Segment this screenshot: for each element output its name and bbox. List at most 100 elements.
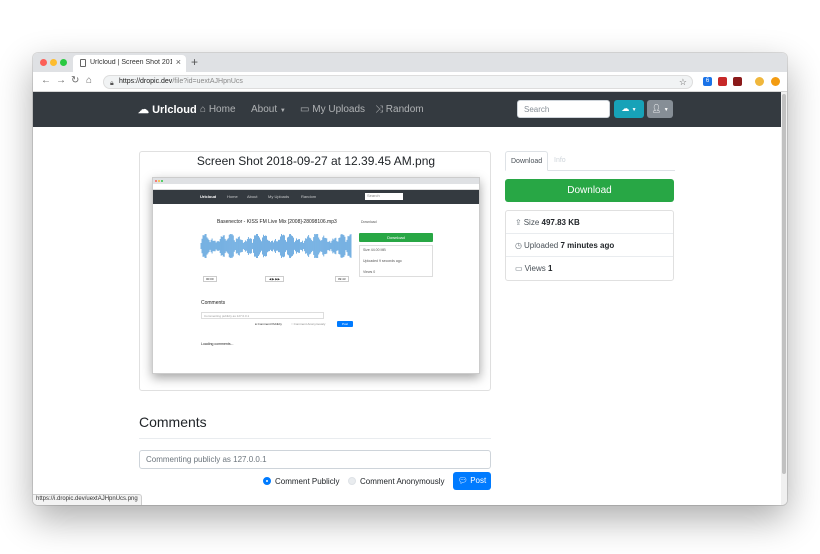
home-icon[interactable]: ⌂ xyxy=(86,75,92,87)
preview-size: Size 44.00 MB xyxy=(363,248,386,252)
close-tab-icon[interactable]: × xyxy=(176,57,181,67)
bookmark-star-icon[interactable]: ☆ xyxy=(679,76,687,88)
tab-info[interactable]: Info xyxy=(554,151,566,171)
nav-about-dropdown[interactable]: About ▼ xyxy=(251,104,286,115)
nav-uploads-label: My Uploads xyxy=(312,104,366,115)
back-arrow-icon[interactable]: ← xyxy=(41,75,51,87)
page-scrollbar[interactable] xyxy=(781,92,787,505)
preview-radio-public: ● Comment Publicly xyxy=(255,322,282,326)
preview-loading-text: Loading comments... xyxy=(201,342,234,346)
reload-icon[interactable]: ↻ xyxy=(71,75,79,87)
sidebar-tabs: Download Info xyxy=(505,151,675,171)
user-dropdown-button[interactable]: 👤︎ ▼ xyxy=(647,100,673,118)
new-tab-button[interactable]: + xyxy=(191,55,198,69)
minimize-window-button[interactable] xyxy=(50,59,57,66)
link-status-bar: https://i.dropic.dev/uextAJHpnUcs.png xyxy=(33,494,142,505)
forward-arrow-icon[interactable]: → xyxy=(56,75,66,87)
preview-tab-download: Download xyxy=(361,220,377,224)
comments-heading: Comments xyxy=(139,414,207,430)
preview-search: Search xyxy=(365,193,403,200)
preview-minimize-dot xyxy=(158,180,160,182)
cloud-icon: ☁ xyxy=(138,104,149,116)
file-title: Screen Shot 2018-09-27 at 12.39.45 AM.pn… xyxy=(196,154,436,168)
uploaded-value: 7 minutes ago xyxy=(560,241,615,250)
radio-comment-anonymously[interactable]: Comment Anonymously xyxy=(348,477,444,487)
site-navbar: ☁ Urlcloud ⌂ Home About ▼ ▭ My Uploads ⤨… xyxy=(33,92,781,127)
home-nav-icon: ⌂ xyxy=(200,104,207,115)
url-scheme: https:// xyxy=(119,78,141,85)
preview-views: Views 0 xyxy=(363,270,376,274)
nav-my-uploads[interactable]: ▭ My Uploads xyxy=(300,104,365,115)
radio-comment-publicly[interactable]: Comment Publicly xyxy=(263,477,339,487)
views-value: 1 xyxy=(548,264,553,273)
radio-checked-icon xyxy=(263,477,271,485)
radio-unchecked-icon xyxy=(348,477,356,485)
upload-dropdown-button[interactable]: ☁ ▼ xyxy=(614,100,644,118)
tab-download[interactable]: Download xyxy=(505,151,549,171)
download-button[interactable]: Download xyxy=(505,179,674,202)
drive-icon: ▭ xyxy=(300,104,310,115)
shuffle-icon: ⤨ xyxy=(375,104,383,115)
info-uploaded: ◷ Uploaded 7 minutes ago xyxy=(506,234,673,257)
brand-label: Urlcloud xyxy=(152,104,197,116)
search-input[interactable]: Search xyxy=(517,100,610,118)
radio-anon-label: Comment Anonymously xyxy=(360,477,445,486)
preview-navbar: Urlcloud Home About My Uploads Random Se… xyxy=(153,190,479,204)
preview-close-dot xyxy=(155,180,157,182)
nav-home[interactable]: ⌂ Home xyxy=(200,104,236,115)
caret-down-icon: ▼ xyxy=(663,107,669,113)
views-label: Views xyxy=(524,264,546,273)
extension-badge-icon[interactable]: 6 xyxy=(703,77,712,86)
comments-divider xyxy=(139,438,491,439)
size-label: Size xyxy=(523,218,540,227)
scrollbar-thumb[interactable] xyxy=(782,94,786,474)
address-bar[interactable]: 🔒︎ https://dropic.dev/file?id=uextAJHpnU… xyxy=(103,75,693,89)
nav-random-label: Random xyxy=(385,104,424,115)
info-views: ▭ Views 1 xyxy=(506,257,673,280)
post-label: Post xyxy=(470,476,487,485)
caret-down-icon: ▼ xyxy=(631,107,637,113)
preview-radio-anon-label: Comment Anonymously xyxy=(293,322,326,326)
preview-waveform xyxy=(200,234,352,258)
preview-image[interactable]: Urlcloud Home About My Uploads Random Se… xyxy=(152,177,480,374)
preview-comments-heading: Comments xyxy=(201,300,226,306)
profile-extension-icon[interactable] xyxy=(771,77,780,86)
browser-tab-active[interactable]: Urlcloud | Screen Shot 2018-0 × xyxy=(73,55,186,72)
address-url: https://dropic.dev/file?id=uextAJHpnUcs xyxy=(119,76,243,88)
preview-nav-uploads: My Uploads xyxy=(268,194,290,199)
brand-link[interactable]: ☁ Urlcloud xyxy=(138,103,197,116)
nav-about-label: About xyxy=(251,104,278,115)
adblock-extension-icon[interactable] xyxy=(733,77,742,86)
emoji-extension-icon[interactable] xyxy=(755,77,764,86)
preview-maximize-dot xyxy=(161,180,163,182)
speech-bubble-icon: 💬︎ xyxy=(457,476,468,485)
preview-comment-input: Commenting publicly as 127.0.0.1 xyxy=(201,312,324,319)
size-value: 497.83 KB xyxy=(541,218,580,227)
browser-window: Urlcloud | Screen Shot 2018-0 × + ← → ↻ … xyxy=(33,53,787,505)
nav-random[interactable]: ⤨ Random xyxy=(375,104,424,115)
caret-down-icon: ▼ xyxy=(279,108,286,114)
preview-player-controls: ◀ ▶ ▶▶ xyxy=(265,276,284,282)
preview-radio-public-label: Comment Publicly xyxy=(257,322,282,326)
monitor-icon: ▭ xyxy=(515,264,523,273)
post-button[interactable]: 💬︎ Post xyxy=(453,472,491,490)
maximize-window-button[interactable] xyxy=(60,59,67,66)
browser-tab-bar: Urlcloud | Screen Shot 2018-0 × + xyxy=(33,53,787,72)
preview-uploaded: Uploaded 9 seconds ago xyxy=(363,259,402,263)
preview-info-list: Size 44.00 MB Uploaded 9 seconds ago Vie… xyxy=(359,245,433,277)
preview-time-start: 00:00 xyxy=(203,276,217,282)
upload-icon: ⇪ xyxy=(515,218,522,227)
preview-nav-about: About xyxy=(247,194,258,199)
file-info-list: ⇪ Size 497.83 KB ◷ Uploaded 7 minutes ago … xyxy=(505,210,674,281)
comment-input[interactable]: Commenting publicly as 127.0.0.1 xyxy=(139,450,491,469)
close-window-button[interactable] xyxy=(40,59,47,66)
preview-audio-title: Basenector - KISS FM Live Mix [2008]-280… xyxy=(217,219,337,225)
url-path: /file?id=uextAJHpnUcs xyxy=(172,78,243,85)
page-favicon-icon xyxy=(80,59,86,67)
clock-icon: ◷ xyxy=(515,241,522,250)
shield-extension-icon[interactable] xyxy=(718,77,727,86)
preview-nav-random: Random xyxy=(301,194,317,199)
preview-radio-anon: ○ Comment Anonymously xyxy=(291,322,326,326)
web-page: ☁ Urlcloud ⌂ Home About ▼ ▭ My Uploads ⤨… xyxy=(33,92,781,505)
browser-toolbar: ← → ↻ ⌂ 🔒︎ https://dropic.dev/file?id=ue… xyxy=(33,72,787,92)
